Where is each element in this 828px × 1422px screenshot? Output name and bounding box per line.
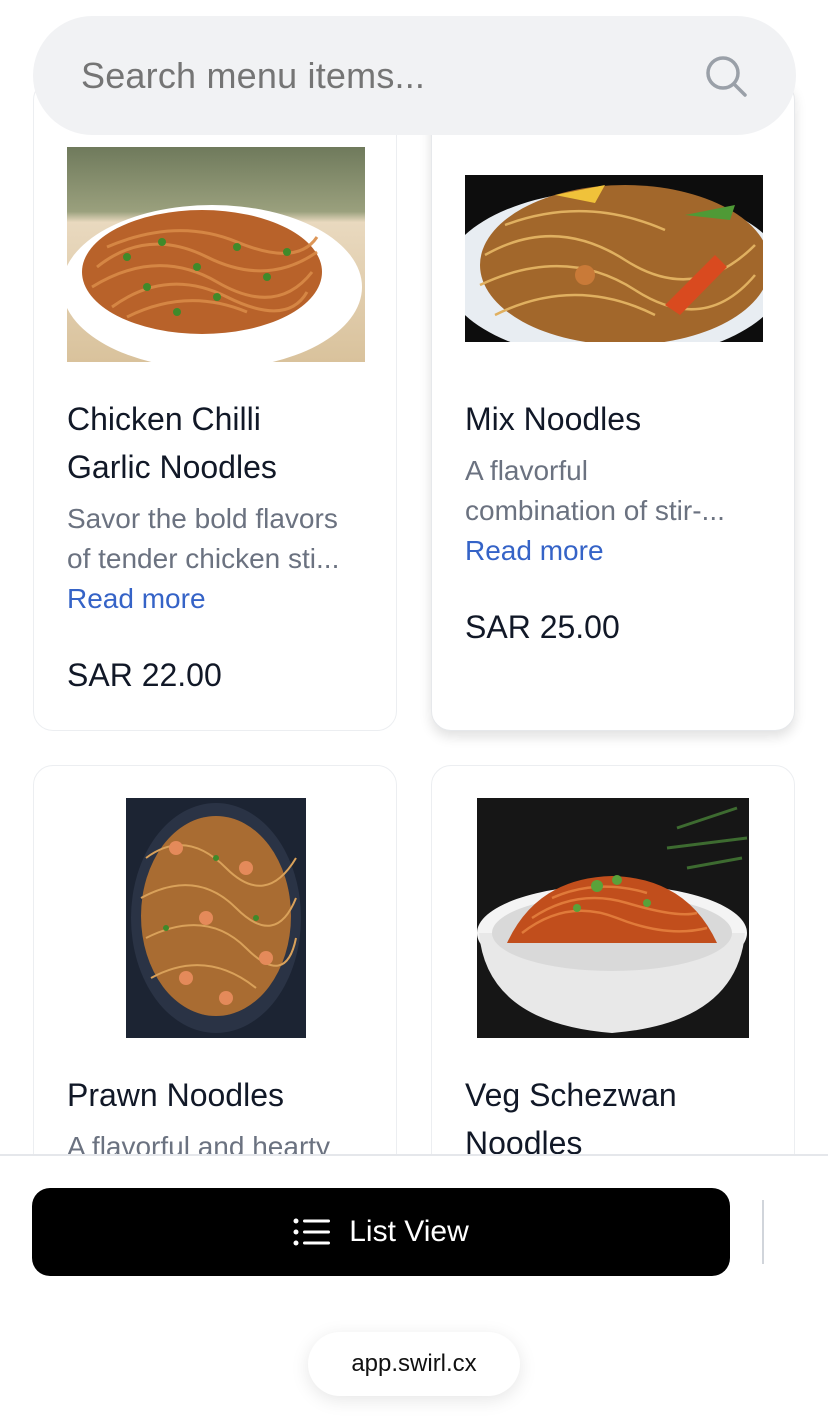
read-more-link[interactable]: Read more [465,531,604,571]
url-bar[interactable]: app.swirl.cx [308,1332,520,1396]
url-text: app.swirl.cx [351,1350,477,1377]
read-more-link[interactable]: Read more [67,579,206,619]
list-icon [293,1218,331,1246]
item-price: SAR 22.00 [67,657,222,693]
menu-item-card[interactable]: Veg Schezwan Noodles [431,765,795,1155]
menu-item-card[interactable]: Mix Noodles A flavorful combination of s… [431,80,795,731]
divider [0,1154,828,1156]
item-title: Chicken Chilli [67,401,261,437]
item-title: Prawn Noodles [67,1077,284,1113]
item-price: SAR 25.00 [465,609,620,645]
item-description: of tender chicken sti... [67,543,340,574]
schezwan-bowl-photo [477,798,749,1038]
item-description: Savor the bold flavors [67,503,338,534]
noodles-plate-photo [67,147,365,362]
search-icon[interactable] [704,54,748,98]
item-title: Garlic Noodles [67,449,277,485]
menu-grid: Chicken Chilli Garlic Noodles Savor the … [0,0,828,1155]
menu-item-card[interactable]: Chicken Chilli Garlic Noodles Savor the … [33,80,397,731]
search-bar[interactable] [33,16,796,135]
search-input[interactable] [81,54,704,97]
item-title: Mix Noodles [465,401,642,437]
item-title: Noodles [465,1125,583,1155]
prawn-noodles-photo [126,798,306,1038]
list-view-label: List View [349,1215,469,1248]
item-title: Veg Schezwan [465,1077,677,1113]
item-description: combination of stir-... [465,495,725,526]
menu-item-card[interactable]: Prawn Noodles A flavorful and hearty [33,765,397,1155]
list-view-button[interactable]: List View [32,1188,730,1276]
item-description: A flavorful [465,455,588,486]
item-description: A flavorful and hearty [67,1131,331,1155]
mixed-noodles-photo [465,175,763,342]
divider [762,1200,764,1264]
